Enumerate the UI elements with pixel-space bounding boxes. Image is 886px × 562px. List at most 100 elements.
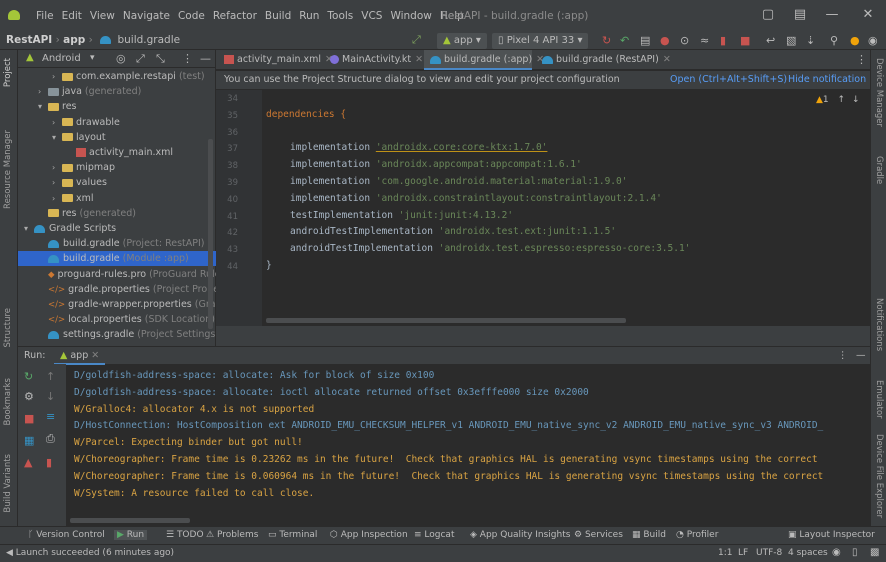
chevron-right-icon[interactable]: ›	[52, 175, 62, 190]
tree-item[interactable]: build.gradle (Module :app)	[18, 251, 216, 267]
run-hide-icon[interactable]: —	[856, 347, 866, 365]
menu-edit[interactable]: Edit	[62, 10, 82, 22]
tree-item[interactable]: › mipmap	[18, 160, 216, 175]
notifications-tool-tab[interactable]: Notifications	[874, 298, 884, 351]
indent-setting[interactable]: 4 spaces	[788, 548, 828, 558]
layout-icon[interactable]: ▤	[790, 4, 810, 26]
menu-file[interactable]: File	[36, 10, 54, 22]
sync-icon[interactable]: ↩	[766, 34, 775, 47]
open-project-structure-link[interactable]: Open (Ctrl+Alt+Shift+S)	[670, 71, 787, 89]
menu-code[interactable]: Code	[178, 10, 205, 22]
device-select[interactable]: ▯ Pixel 4 API 33 ▾	[492, 33, 589, 49]
editor-tab[interactable]: build.gradle (RestAPI) ✕	[536, 50, 671, 70]
editor-tab[interactable]: build.gradle (:app) ✕	[424, 50, 544, 70]
bookmarks-tool-tab[interactable]: Bookmarks	[3, 378, 13, 426]
breadcrumb-file[interactable]: build.gradle	[117, 34, 180, 46]
memory-icon[interactable]: ▩	[870, 547, 879, 558]
collapse-all-icon[interactable]: ⤡	[156, 52, 165, 66]
tree-item[interactable]: › values	[18, 175, 216, 190]
update-icon[interactable]: ●	[850, 34, 860, 47]
profile-icon[interactable]: ⊙	[680, 34, 689, 47]
resource-manager-tool-tab[interactable]: Resource Manager	[3, 130, 13, 209]
structure-tool-tab[interactable]: Structure	[3, 308, 13, 348]
file-encoding[interactable]: UTF-8	[756, 548, 782, 558]
menu-view[interactable]: View	[90, 10, 115, 22]
tool-window-terminal[interactable]: ▭ Terminal	[268, 530, 317, 540]
chevron-right-icon[interactable]: ›	[38, 84, 48, 99]
soft-wrap-icon[interactable]: ≡	[46, 410, 55, 423]
print-icon[interactable]: ⎙	[46, 432, 55, 446]
hammer-icon[interactable]: ⤢	[412, 33, 421, 47]
rerun-icon[interactable]: ↻	[602, 34, 611, 47]
tree-item[interactable]: › java (generated)	[18, 84, 216, 99]
account-icon[interactable]: ◉	[868, 34, 878, 47]
git-icon[interactable]: ◉	[832, 547, 841, 558]
line-separator[interactable]: LF	[738, 548, 748, 558]
options-icon[interactable]: ⋮	[182, 52, 193, 65]
next-highlight-icon[interactable]: ↓	[852, 95, 860, 105]
tree-item[interactable]: </>gradle.properties(Project Properties	[18, 282, 216, 297]
tool-window-todo[interactable]: ☰ TODO	[166, 530, 204, 540]
layout-grid-icon[interactable]: ▦	[24, 434, 34, 447]
console-output[interactable]: D/goldfish-address-space: allocate: Ask …	[66, 364, 870, 526]
minimize-button[interactable]: —	[822, 4, 842, 26]
clear-all-icon[interactable]: ▮	[46, 456, 52, 469]
gradle-tool-tab[interactable]: Gradle	[874, 156, 884, 184]
project-tool-tab[interactable]: Project	[3, 58, 13, 87]
lock-icon[interactable]: ▯	[852, 547, 858, 558]
chevron-down-icon[interactable]: ▾	[38, 99, 48, 114]
tree-item[interactable]: activity_main.xml	[18, 145, 216, 160]
tool-window-version-control[interactable]: ᚴ Version Control	[28, 530, 105, 540]
locate-icon[interactable]: ◎	[116, 52, 126, 65]
chevron-down-icon[interactable]: ▾	[24, 221, 34, 236]
horizontal-scrollbar[interactable]	[266, 318, 626, 323]
close-tab-icon[interactable]: ✕	[415, 54, 423, 65]
editor-tab[interactable]: MainActivity.kt ✕	[324, 50, 424, 70]
hide-notification-link[interactable]: Hide notification	[788, 71, 866, 89]
editor-tab[interactable]: activity_main.xml✕	[218, 50, 333, 70]
project-scrollbar[interactable]	[208, 139, 213, 329]
menu-tools[interactable]: Tools	[327, 10, 353, 22]
apply-changes-icon[interactable]: ↶	[620, 34, 629, 47]
chevron-down-icon[interactable]: ▾	[90, 53, 95, 63]
menu-run[interactable]: Run	[299, 10, 319, 22]
previous-highlight-icon[interactable]: ↑	[838, 95, 846, 105]
tool-window-services[interactable]: ⚙ Services	[574, 530, 623, 540]
tool-window-app-quality-insights[interactable]: ◈ App Quality Insights	[470, 530, 570, 540]
tool-window-logcat[interactable]: ≡ Logcat	[414, 530, 454, 540]
tool-window-layout-inspector[interactable]: ▣ Layout Inspector	[788, 530, 875, 540]
search-icon[interactable]: ⚲	[830, 34, 838, 47]
tool-window-run[interactable]: ▶ Run	[114, 530, 148, 540]
menu-build[interactable]: Build	[265, 10, 291, 22]
device-file-explorer-tool-tab[interactable]: Device File Explorer	[874, 434, 884, 518]
tree-item[interactable]: ▾ Gradle Scripts	[18, 221, 216, 236]
tool-window-profiler[interactable]: ◔ Profiler	[676, 530, 718, 540]
rerun-app-icon[interactable]: ↻	[24, 370, 33, 383]
code-content[interactable]: dependencies {implementation 'androidx.c…	[262, 90, 862, 326]
tree-item[interactable]: </> local.properties (SDK Location)	[18, 312, 216, 327]
tree-item[interactable]: ◆proguard-rules.pro(ProGuard Rules	[18, 267, 216, 282]
breadcrumb-project[interactable]: RestAPI	[6, 34, 52, 46]
hide-panel-icon[interactable]: —	[200, 52, 211, 65]
menu-refactor[interactable]: Refactor	[213, 10, 257, 22]
tool-window-app-inspection[interactable]: ⬡ App Inspection	[330, 530, 408, 540]
tree-item[interactable]: › com.example.restapi (test)	[18, 69, 216, 84]
tree-item[interactable]: › xml	[18, 191, 216, 206]
chevron-down-icon[interactable]: ▾	[52, 130, 62, 145]
tree-item[interactable]: settings.gradle (Project Settings)	[18, 327, 216, 342]
device-manager-icon[interactable]: ▧	[786, 34, 796, 47]
run-options-icon[interactable]: ⋮	[838, 347, 848, 365]
pin-icon[interactable]: ▲	[24, 456, 32, 469]
tree-item[interactable]: ▾ res	[18, 99, 216, 114]
stop-icon[interactable]: ▮	[720, 34, 726, 47]
tool-window-problems[interactable]: ⚠ Problems	[206, 530, 258, 540]
tree-item[interactable]: ▾ layout	[18, 130, 216, 145]
project-view-select[interactable]: Android	[42, 53, 81, 64]
attach-debugger-icon[interactable]: ≈	[700, 34, 709, 47]
run-tab-app[interactable]: ▲ app ✕	[54, 347, 106, 365]
tree-item[interactable]: </>gradle-wrapper.properties(Gradle W	[18, 297, 216, 312]
chevron-right-icon[interactable]: ›	[52, 115, 62, 130]
build-variants-tool-tab[interactable]: Build Variants	[3, 454, 13, 513]
tree-item[interactable]: build.gradle (Project: RestAPI)	[18, 236, 216, 251]
tree-item[interactable]: › drawable	[18, 115, 216, 130]
